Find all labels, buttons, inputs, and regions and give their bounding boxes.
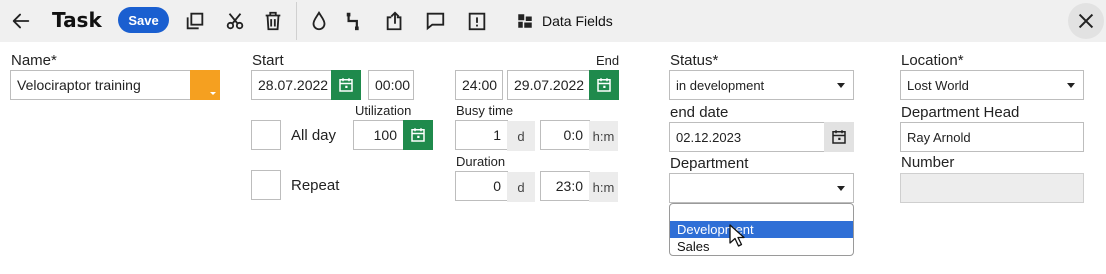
save-button[interactable]: Save: [118, 7, 169, 33]
duration-days-unit: d: [507, 172, 535, 202]
utilization-calendar-icon[interactable]: [403, 120, 433, 150]
dropdown-option-sales[interactable]: Sales: [670, 238, 853, 255]
duration-hm-field[interactable]: 23:0: [540, 171, 590, 201]
end-date-value-calendar-icon[interactable]: [824, 122, 854, 152]
history-icon[interactable]: [462, 6, 492, 36]
chevron-down-icon: [1067, 83, 1075, 88]
location-value: Lost World: [907, 77, 969, 93]
dropdown-option-empty[interactable]: [670, 204, 853, 221]
end-date-calendar-icon[interactable]: [589, 70, 619, 100]
all-day-label: All day: [291, 127, 337, 144]
mouse-cursor-icon: [729, 224, 745, 247]
data-fields-icon: [518, 14, 532, 28]
end-time-field[interactable]: 24:00: [455, 70, 503, 100]
toolbar-separator: [296, 2, 297, 40]
busy-days-field[interactable]: 1: [455, 120, 508, 150]
toolbar: Task Save Data Fields: [0, 0, 1106, 42]
status-label: Status*: [670, 52, 719, 69]
name-field[interactable]: Velociraptor training: [10, 70, 191, 100]
export-icon[interactable]: [380, 6, 410, 36]
status-select[interactable]: in development: [669, 70, 854, 100]
page-title: Task: [52, 8, 102, 32]
dropdown-option-development[interactable]: Development: [670, 221, 853, 238]
link-icon[interactable]: [340, 6, 370, 36]
close-icon[interactable]: [1068, 3, 1104, 39]
cut-icon[interactable]: [220, 6, 250, 36]
busy-hm-field[interactable]: 0:0: [540, 120, 590, 150]
repeat-checkbox[interactable]: [251, 170, 281, 200]
delete-icon[interactable]: [258, 6, 288, 36]
busy-hm-unit: h:m: [589, 121, 618, 151]
utilization-field[interactable]: 100: [353, 120, 404, 150]
start-time-field[interactable]: 00:00: [368, 70, 414, 100]
location-label: Location*: [901, 52, 964, 69]
end-date-label: end date: [670, 104, 729, 121]
end-date-field[interactable]: 29.07.2022: [507, 70, 590, 100]
repeat-label: Repeat: [291, 177, 340, 194]
name-label: Name*: [11, 52, 57, 69]
busy-time-label: Busy time: [456, 103, 514, 118]
status-value: in development: [676, 77, 765, 93]
department-dropdown: Development Sales: [669, 203, 854, 256]
data-fields-button[interactable]: Data Fields: [516, 8, 613, 34]
department-head-label: Department Head: [901, 104, 1020, 121]
water-drop-icon[interactable]: [304, 6, 334, 36]
duration-days-field[interactable]: 0: [455, 171, 508, 201]
comment-icon[interactable]: [420, 6, 450, 36]
department-head-field[interactable]: Ray Arnold: [900, 122, 1084, 152]
start-label: Start: [252, 52, 284, 69]
start-date-field[interactable]: 28.07.2022: [251, 70, 332, 100]
end-label: End: [596, 53, 620, 68]
all-day-checkbox[interactable]: [251, 120, 281, 150]
number-label: Number: [901, 154, 955, 171]
back-arrow-icon[interactable]: [6, 6, 36, 36]
duration-label: Duration: [456, 154, 506, 169]
location-select[interactable]: Lost World: [900, 70, 1084, 100]
number-field[interactable]: [900, 173, 1084, 203]
copy-icon[interactable]: [180, 6, 210, 36]
end-date-value-field[interactable]: 02.12.2023: [669, 122, 825, 152]
start-date-calendar-icon[interactable]: [331, 70, 361, 100]
utilization-label: Utilization: [355, 103, 412, 118]
duration-hm-unit: h:m: [589, 172, 618, 202]
busy-days-unit: d: [507, 121, 535, 151]
department-label: Department: [670, 155, 749, 172]
chevron-down-icon: [837, 83, 845, 88]
chevron-down-icon: [837, 186, 845, 191]
department-select[interactable]: [669, 173, 854, 203]
name-accent-button[interactable]: [190, 70, 220, 100]
data-fields-label: Data Fields: [542, 13, 613, 29]
